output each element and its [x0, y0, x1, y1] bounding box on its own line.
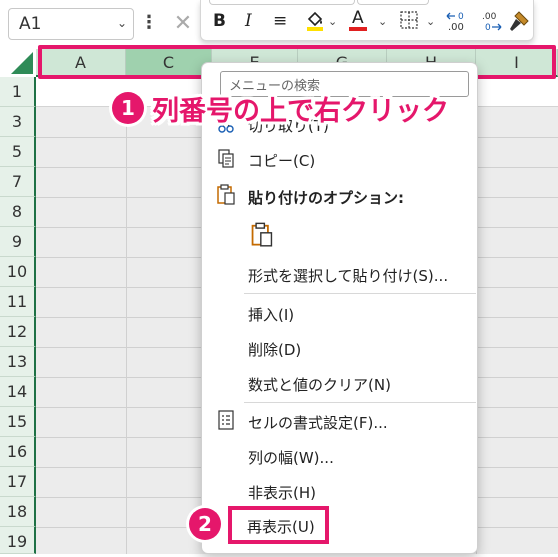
row-header[interactable]: 11 [0, 287, 36, 317]
row-header[interactable]: 15 [0, 407, 36, 437]
row-header[interactable]: 9 [0, 227, 36, 257]
menu-item-clear-contents[interactable]: 数式と値のクリア(N) [248, 374, 391, 395]
toolbar-top-edge [209, 0, 355, 5]
font-color-button[interactable]: A [349, 8, 367, 32]
menu-item-column-width[interactable]: 列の幅(W)... [248, 447, 334, 468]
increase-decimal-button[interactable]: 0 .00 [445, 10, 471, 33]
font-color-letter: A [352, 8, 364, 28]
borders-icon [400, 11, 418, 29]
row-header[interactable]: 17 [0, 467, 36, 497]
format-painter-icon [510, 11, 529, 31]
menu-item-unhide[interactable]: 再表示(U) [247, 516, 315, 537]
menu-item-unhide-highlight[interactable]: 再表示(U) [228, 506, 329, 544]
row-header[interactable]: 12 [0, 317, 36, 347]
select-all-corner[interactable] [0, 49, 36, 77]
row-header[interactable]: 7 [0, 167, 36, 197]
menu-item-insert[interactable]: 挿入(I) [248, 304, 294, 325]
fill-color-button[interactable] [305, 10, 325, 32]
copy-icon [218, 149, 234, 168]
row-header[interactable]: 1 [0, 77, 36, 107]
row-header[interactable]: 13 [0, 347, 36, 377]
format-cells-icon [218, 410, 234, 430]
decrease-decimal-icon: .00 0 [482, 12, 502, 33]
paste-options-label: 貼り付けのオプション: [248, 189, 404, 207]
svg-text:0: 0 [458, 12, 464, 22]
svg-text:.00: .00 [448, 22, 464, 32]
step1-badge: 1 [112, 92, 144, 124]
row-header[interactable]: 8 [0, 197, 36, 227]
borders-button[interactable] [399, 10, 419, 32]
decrease-decimal-button[interactable]: .00 0 [479, 10, 505, 33]
fill-bucket-icon [307, 11, 323, 31]
cancel-formula-icon[interactable]: ✕ [163, 8, 203, 40]
row-header[interactable]: 5 [0, 137, 36, 167]
menu-separator [244, 293, 476, 294]
step1-text: 列番号の上で右クリック [152, 95, 449, 127]
borders-dropdown-icon[interactable]: ⌄ [426, 11, 435, 33]
paste-icon [217, 184, 235, 205]
align-center-button[interactable]: ≡ [273, 10, 287, 32]
menu-separator [244, 402, 476, 403]
menu-item-copy[interactable]: コピー(C) [248, 150, 315, 171]
format-painter-button[interactable] [507, 10, 531, 32]
chevron-down-icon[interactable]: ⌄ [117, 16, 127, 30]
paste-option-icon[interactable] [250, 221, 274, 247]
bold-button[interactable]: B [213, 10, 226, 32]
menu-item-paste-special[interactable]: 形式を選択して貼り付け(S)... [248, 265, 448, 286]
context-menu: メニューの検索 切り取り(T) コピー(C) 貼り付けのオプション: 形式を選択… [201, 62, 478, 554]
more-options-icon[interactable]: ⋮ [140, 12, 158, 33]
step1-callout: 1 列番号の上で右クリック [112, 86, 449, 130]
menu-item-delete[interactable]: 削除(D) [248, 339, 301, 360]
row-header[interactable]: 10 [0, 257, 36, 287]
name-box-value: A1 [19, 14, 42, 34]
select-all-triangle [11, 52, 33, 74]
menu-item-format-cells[interactable]: セルの書式設定(F)... [248, 412, 388, 433]
row-header[interactable]: 18 [0, 497, 36, 527]
grid-line-v [126, 107, 127, 554]
svg-text:0: 0 [485, 23, 491, 32]
row-header[interactable]: 3 [0, 107, 36, 137]
row-header[interactable]: 19 [0, 527, 36, 554]
svg-text:.00: .00 [482, 12, 497, 22]
row-header[interactable]: 16 [0, 437, 36, 467]
font-color-bar [349, 27, 367, 31]
increase-decimal-icon: 0 .00 [446, 12, 464, 33]
name-box[interactable]: A1 ⌄ [8, 8, 134, 40]
fill-color-dropdown-icon[interactable]: ⌄ [328, 11, 337, 33]
step2-badge: 2 [189, 508, 221, 540]
italic-button[interactable]: I [245, 10, 252, 32]
font-color-dropdown-icon[interactable]: ⌄ [378, 11, 387, 33]
toolbar-top-edge-2 [357, 0, 429, 5]
menu-item-hide[interactable]: 非表示(H) [248, 482, 316, 503]
mini-toolbar: B I ≡ ⌄ A ⌄ ⌄ 0 .00 .00 0 [200, 0, 534, 41]
row-header[interactable]: 14 [0, 377, 36, 407]
